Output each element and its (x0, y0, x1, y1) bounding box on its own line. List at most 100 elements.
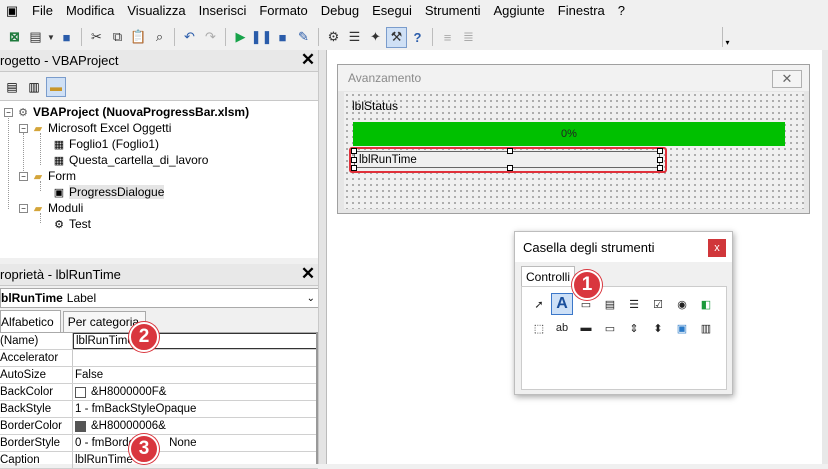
tree-node-test[interactable]: ⚙ Test (52, 216, 91, 232)
menu-inserisci[interactable]: Inserisci (194, 0, 255, 22)
property-row[interactable]: Accelerator (0, 350, 318, 367)
pane-splitter[interactable] (318, 50, 326, 464)
tree-node-progressdialogue[interactable]: ▣ ProgressDialogue (52, 184, 165, 200)
pointer-tool-icon[interactable]: ➚ (530, 295, 548, 313)
vba-window-icon[interactable]: ▣ (3, 2, 21, 20)
image-tool-icon[interactable]: ▣ (673, 319, 691, 337)
close-icon[interactable]: ✕ (300, 51, 316, 68)
userform-body[interactable]: lblStatus 0% lblRunTime (344, 92, 804, 209)
menu-strumenti[interactable]: Strumenti (420, 0, 489, 22)
resize-handle[interactable] (351, 148, 357, 154)
menu-finestra[interactable]: Finestra (553, 0, 613, 22)
resize-handle[interactable] (657, 157, 663, 163)
toggle-folders-icon[interactable]: ▬ (46, 77, 66, 97)
tree-node-forms[interactable]: − ▰ Form (19, 168, 76, 184)
resize-handle[interactable] (657, 148, 663, 154)
commandbutton-tool-icon[interactable]: ab (553, 319, 571, 337)
property-row[interactable]: BackColor &H8000000F& (0, 384, 318, 401)
tree-node-excel-objects[interactable]: − ▰ Microsoft Excel Oggetti (19, 120, 171, 136)
close-icon[interactable]: ✕ (772, 70, 802, 88)
chevron-down-icon[interactable]: ▼ (46, 27, 56, 48)
tree-node-root[interactable]: − ⚙ VBAProject (NuovaProgressBar.xlsm) (4, 104, 249, 120)
property-row[interactable]: Caption lblRunTime (0, 452, 318, 469)
outdent-icon[interactable]: ≣ (458, 27, 479, 48)
menu-help[interactable]: ? (613, 0, 633, 22)
resize-handle[interactable] (507, 165, 513, 171)
collapse-icon[interactable]: − (19, 171, 28, 181)
userform-designer[interactable]: Avanzamento ✕ lblStatus 0% lblRunTime (337, 64, 810, 214)
project-explorer-icon[interactable]: ⚙ (323, 27, 344, 48)
resize-handle[interactable] (507, 148, 513, 154)
tree-node-modules[interactable]: − ▰ Moduli (19, 200, 83, 216)
menu-file[interactable]: File (27, 0, 61, 22)
chevron-down-icon[interactable]: ⌄ (307, 293, 315, 304)
resize-handle[interactable] (351, 165, 357, 171)
property-row[interactable]: BorderStyle 0 - fmBorde None (0, 435, 318, 452)
property-value[interactable]: 1 - fmBackStyleOpaque (73, 401, 318, 417)
indent-icon[interactable]: ≡ (437, 27, 458, 48)
property-value[interactable]: &H8000000F& (73, 384, 318, 400)
label-status[interactable]: lblStatus (352, 99, 398, 113)
property-value[interactable]: &H80000006& (73, 418, 318, 434)
find-icon[interactable]: ⌕ (149, 27, 170, 48)
object-selector[interactable]: blRunTime Label ⌄ (0, 288, 320, 308)
copy-icon[interactable]: ⧉ (107, 27, 128, 48)
help-icon[interactable]: ? (407, 27, 428, 48)
view-object-icon[interactable]: ▥ (24, 77, 44, 97)
property-value[interactable] (73, 350, 318, 366)
close-icon[interactable]: ✕ (300, 265, 316, 282)
excel-view-icon[interactable]: ⊠ (4, 27, 25, 48)
togglebutton-tool-icon[interactable]: ◧ (697, 295, 715, 313)
resize-handle[interactable] (351, 157, 357, 163)
stop-icon[interactable]: ■ (272, 27, 293, 48)
tab-controlli[interactable]: Controlli (521, 266, 575, 286)
tree-node-sheet1[interactable]: ▦ Foglio1 (Foglio1) (52, 136, 159, 152)
optionbutton-tool-icon[interactable]: ◉ (673, 295, 691, 313)
toolbar-overflow-icon[interactable]: ▾ (722, 27, 732, 47)
property-value[interactable]: lblRunTime (73, 452, 318, 468)
tab-alfabetico[interactable]: Alfabetico (0, 310, 61, 332)
refedit-tool-icon[interactable]: ▥ (697, 319, 715, 337)
workspace-scrollbar[interactable] (822, 50, 828, 464)
scrollbar-tool-icon[interactable]: ⇕ (625, 319, 643, 337)
multipage-tool-icon[interactable]: ▭ (601, 319, 619, 337)
tree-node-workbook[interactable]: ▦ Questa_cartella_di_lavoro (52, 152, 209, 168)
design-mode-icon[interactable]: ✎ (293, 27, 314, 48)
property-value[interactable]: 0 - fmBorde None (73, 435, 318, 451)
menu-visualizza[interactable]: Visualizza (122, 0, 193, 22)
collapse-icon[interactable]: − (19, 123, 28, 133)
frame-tool-icon[interactable]: ⬚ (530, 319, 548, 337)
property-value-input[interactable]: lblRunTime (73, 333, 318, 349)
combobox-tool-icon[interactable]: ▤ (601, 295, 619, 313)
listbox-tool-icon[interactable]: ☰ (625, 295, 643, 313)
view-code-icon[interactable]: ▤ (2, 77, 22, 97)
menu-modifica[interactable]: Modifica (61, 0, 122, 22)
checkbox-tool-icon[interactable]: ☑ (649, 295, 667, 313)
resize-handle[interactable] (657, 165, 663, 171)
property-row[interactable]: BorderColor &H80000006& (0, 418, 318, 435)
tabstrip-tool-icon[interactable]: ▬ (577, 319, 595, 337)
progress-bar[interactable]: 0% (353, 122, 785, 146)
collapse-icon[interactable]: − (19, 203, 28, 213)
menu-debug[interactable]: Debug (316, 0, 367, 22)
redo-icon[interactable]: ↷ (200, 27, 221, 48)
collapse-icon[interactable]: − (4, 107, 13, 117)
toolbox-window[interactable]: Casella degli strumenti x Controlli ➚ A … (514, 231, 733, 395)
close-icon[interactable]: x (708, 239, 726, 257)
insert-userform-icon[interactable]: ▤ (25, 27, 46, 48)
menu-aggiunte[interactable]: Aggiunte (488, 0, 552, 22)
property-value[interactable]: False (73, 367, 318, 383)
label-tool-icon[interactable]: A (551, 293, 573, 315)
cut-icon[interactable]: ✂ (86, 27, 107, 48)
spinbutton-tool-icon[interactable]: ⬍ (649, 319, 667, 337)
properties-window-icon[interactable]: ☰ (344, 27, 365, 48)
menu-formato[interactable]: Formato (254, 0, 315, 22)
object-browser-icon[interactable]: ✦ (365, 27, 386, 48)
property-row[interactable]: (Name) lblRunTime (0, 333, 318, 350)
run-icon[interactable]: ▶ (230, 27, 251, 48)
pause-icon[interactable]: ❚❚ (251, 27, 273, 48)
undo-icon[interactable]: ↶ (179, 27, 200, 48)
property-row[interactable]: BackStyle 1 - fmBackStyleOpaque (0, 401, 318, 418)
paste-icon[interactable]: 📋 (128, 27, 149, 48)
property-row[interactable]: AutoSize False (0, 367, 318, 384)
